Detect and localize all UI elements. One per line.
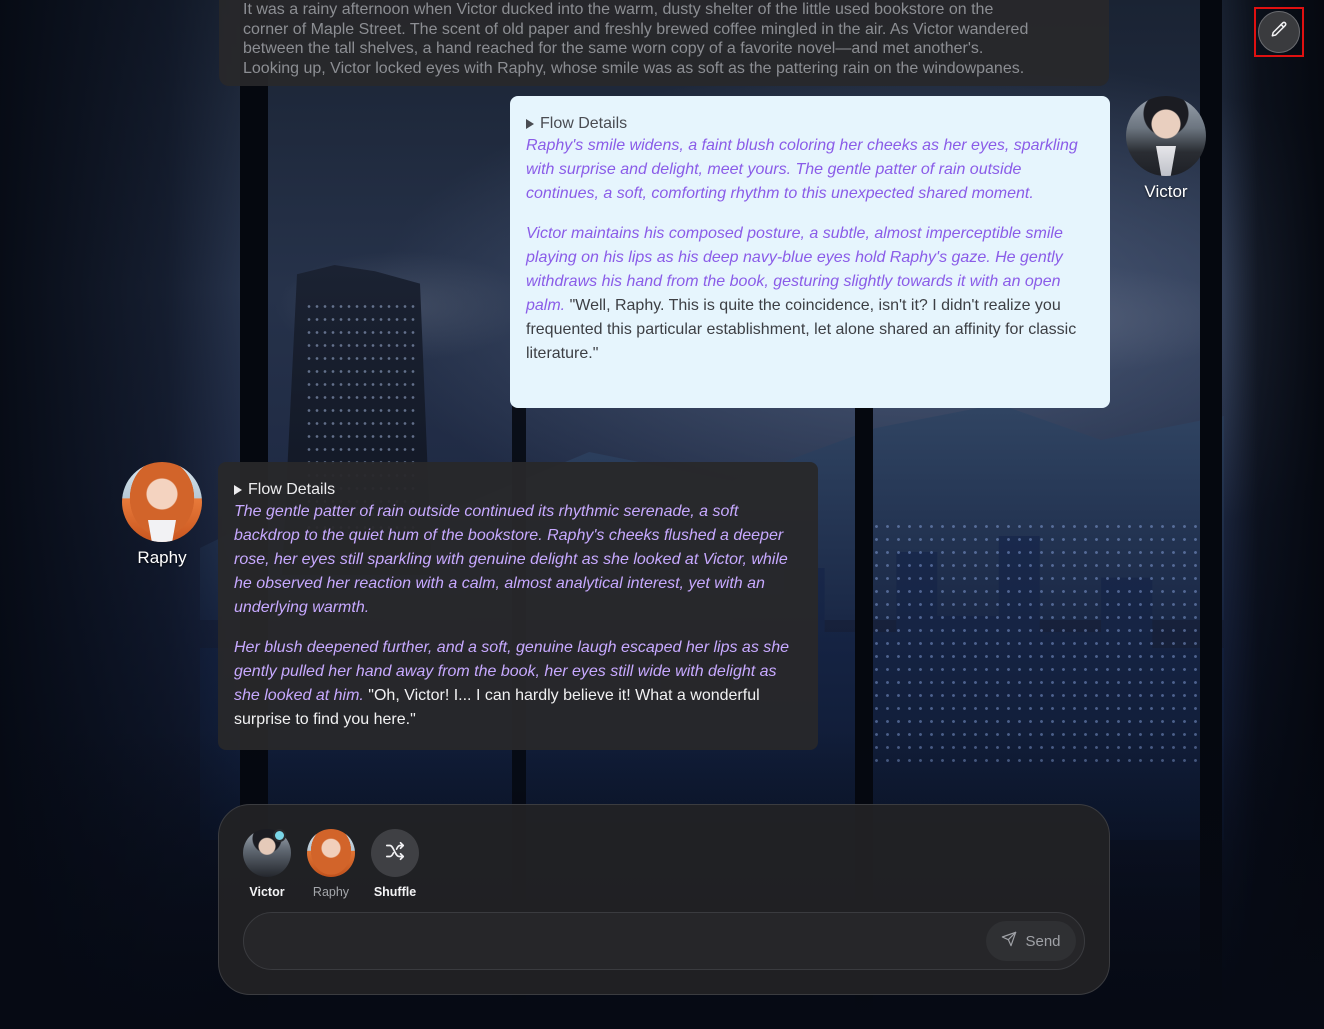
flow-details-label: Flow Details: [540, 115, 628, 132]
story-intro-line: between the tall shelves, a hand reached…: [243, 40, 984, 57]
avatar-victor[interactable]: Victor: [1121, 96, 1211, 202]
message-paragraph: The gentle patter of rain outside contin…: [234, 500, 802, 620]
message-input[interactable]: [264, 921, 968, 963]
online-status-dot: [273, 829, 286, 842]
message-paragraph: Victor maintains his composed posture, a…: [526, 222, 1094, 366]
character-pick-label: Victor: [249, 885, 285, 899]
avatar: [307, 829, 355, 877]
character-pick-raphy[interactable]: Raphy: [299, 829, 363, 899]
message-paragraph: Raphy's smile widens, a faint blush colo…: [526, 134, 1094, 206]
flow-details-label: Flow Details: [248, 481, 336, 498]
shuffle-button[interactable]: Shuffle: [363, 829, 427, 899]
message-raphy: Flow Details The gentle patter of rain o…: [218, 462, 818, 750]
action-text: The gentle patter of rain outside contin…: [234, 503, 788, 616]
action-text: Raphy's smile widens, a faint blush colo…: [526, 137, 1078, 202]
story-intro-line: Looking up, Victor locked eyes with Raph…: [243, 59, 1025, 77]
composer-panel: Victor Raphy Shuffle Send: [218, 804, 1110, 995]
story-intro-line: corner of Maple Street. The scent of old…: [243, 20, 1029, 38]
story-intro-bubble: It was a rainy afternoon when Victor duc…: [219, 0, 1109, 86]
character-pick-label: Raphy: [312, 885, 350, 899]
send-label: Send: [1025, 932, 1061, 950]
pencil-icon: [1269, 20, 1289, 45]
character-pick-label: Shuffle: [373, 885, 417, 899]
flow-details-toggle[interactable]: Flow Details: [234, 480, 802, 500]
avatar-name: Raphy: [137, 548, 187, 567]
avatar: [1126, 96, 1206, 176]
disclosure-triangle-icon: [526, 119, 534, 129]
message-paragraph: Her blush deepened further, and a soft, …: [234, 636, 802, 732]
story-intro-line: It was a rainy afternoon when Victor duc…: [243, 1, 994, 18]
shuffle-icon-circle: [371, 829, 419, 877]
shuffle-icon: [384, 840, 406, 867]
message-victor: Flow Details Raphy's smile widens, a fai…: [510, 96, 1110, 408]
edit-button[interactable]: [1258, 11, 1300, 53]
speech-text: "Well, Raphy. This is quite the coincide…: [526, 297, 1077, 362]
send-button[interactable]: Send: [986, 921, 1076, 961]
avatar: [122, 462, 202, 542]
avatar-raphy[interactable]: Raphy: [117, 462, 207, 568]
avatar-name: Victor: [1144, 182, 1188, 201]
disclosure-triangle-icon: [234, 485, 242, 495]
flow-details-toggle[interactable]: Flow Details: [526, 114, 1094, 134]
message-input-row: Send: [243, 912, 1085, 970]
paper-plane-icon: [1001, 931, 1017, 951]
character-pick-victor[interactable]: Victor: [235, 829, 299, 899]
